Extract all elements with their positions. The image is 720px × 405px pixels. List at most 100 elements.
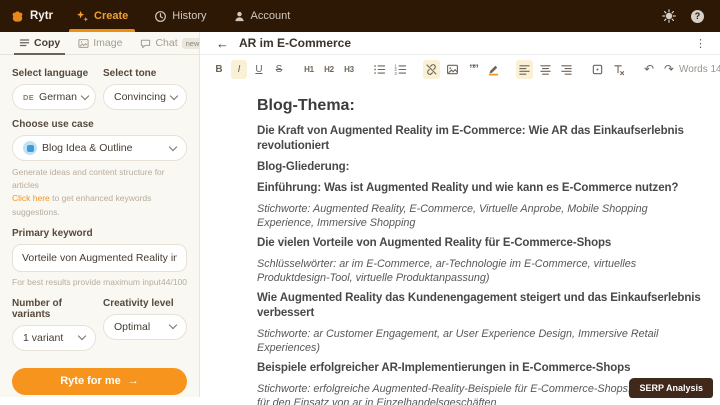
variants-value: 1 variant <box>23 331 64 344</box>
variants-label: Number of variants <box>12 297 62 320</box>
cta-label: Ryte for me <box>60 375 121 388</box>
image-icon <box>446 63 459 76</box>
editor-toolbar: BIUS H1H2H3 123 ”” ↶ ↷ Words 148 Characters 1… <box>200 55 720 83</box>
creativity-select[interactable]: Optimal <box>103 313 187 340</box>
chevron-down-icon <box>168 321 178 330</box>
primary-keyword-label: Primary keyword <box>12 227 93 239</box>
back-arrow-icon[interactable]: ← <box>216 36 229 51</box>
use-case-value: Blog Idea & Outline <box>42 142 133 154</box>
rytr-logo[interactable]: Rytr <box>0 0 63 32</box>
document-content[interactable]: Blog-Thema: Die Kraft von Augmented Reali… <box>200 83 720 405</box>
document-block[interactable]: Schlüsselwörter: ar im E-Commerce, ar-Te… <box>257 257 706 285</box>
tab-copy[interactable]: Copy <box>10 32 69 55</box>
toolbar-list-ol-button[interactable]: 123 <box>392 60 409 79</box>
arrow-right-icon: → <box>127 375 139 388</box>
document-title[interactable]: AR im E-Commerce <box>239 36 351 50</box>
toolbar-quote-button[interactable]: ”” <box>465 60 481 79</box>
chevron-down-icon <box>168 142 178 151</box>
toolbar-align-center-button[interactable] <box>537 60 554 79</box>
sparkle-icon <box>76 10 89 23</box>
redo-icon: ↷ <box>663 62 675 76</box>
toolbar-highlight-button[interactable] <box>485 60 502 79</box>
toolbar-h3-button[interactable]: H3 <box>341 60 357 79</box>
rytr-logo-icon <box>10 9 25 24</box>
highlight-icon <box>487 63 500 76</box>
brand-name: Rytr <box>30 10 54 22</box>
document-block[interactable]: Wie Augmented Reality das Kundenengageme… <box>257 291 706 321</box>
toolbar-h2-button[interactable]: H2 <box>321 60 337 79</box>
clock-icon <box>154 10 167 23</box>
nav-create[interactable]: Create <box>63 0 141 32</box>
sidebar-tabs: Copy Image Chat new <box>0 32 204 55</box>
toolbar-italic-button[interactable]: I <box>231 59 247 79</box>
nav-account[interactable]: Account <box>220 0 304 32</box>
nav-history[interactable]: History <box>141 0 219 32</box>
document-block[interactable]: Stichworte: ar Customer Engagement, ar U… <box>257 327 706 355</box>
tab-image[interactable]: Image <box>69 32 131 54</box>
toolbar-undo-button[interactable]: ↶ <box>641 60 657 79</box>
toolbar-align-right-button[interactable] <box>558 60 575 79</box>
document-block[interactable]: Blog-Thema: <box>257 96 706 115</box>
words-label: Words <box>679 63 708 75</box>
use-case-icon <box>23 141 37 155</box>
align-left-icon <box>518 63 531 76</box>
document-block[interactable]: Beispiele erfolgreicher AR-Implementieru… <box>257 361 706 376</box>
keyword-helper-text: For best results provide maximum input <box>12 276 161 287</box>
creativity-value: Optimal <box>114 320 151 333</box>
enhanced-keywords-link[interactable]: Click here <box>12 193 50 203</box>
image-tab-icon <box>78 38 89 49</box>
svg-text:3: 3 <box>394 71 397 76</box>
toolbar-unlink-button[interactable] <box>423 59 440 79</box>
person-icon <box>233 10 246 23</box>
chevron-down-icon <box>169 91 179 100</box>
keyword-counter: 44/100 <box>161 276 187 287</box>
toolbar-h1-button[interactable]: H1 <box>301 60 317 79</box>
toolbar-buttons: B I U S H1 H2 H3 1 2 3 ”” ↶ ↷ <box>209 59 679 79</box>
document-block[interactable]: Einführung: Was ist Augmented Reality un… <box>257 181 706 196</box>
language-select[interactable]: DE German <box>12 84 96 110</box>
use-case-label: Choose use case <box>12 119 94 130</box>
toolbar-bold-button[interactable]: B <box>211 60 227 79</box>
toolbar-align-left-button[interactable] <box>516 59 533 79</box>
toolbar-redo-button[interactable]: ↷ <box>661 60 677 79</box>
more-menu-icon[interactable]: ⋮ <box>695 37 706 50</box>
toolbar-clear-format-button[interactable] <box>610 60 627 79</box>
toolbar-image-button[interactable] <box>444 60 461 79</box>
top-navbar: Rytr Create History Account ? <box>0 0 720 32</box>
serp-analysis-button[interactable]: SERP Analysis <box>629 378 713 398</box>
chat-tab-icon <box>140 38 151 49</box>
help-icon[interactable]: ? <box>691 9 704 23</box>
copy-tab-icon <box>19 38 30 49</box>
use-case-select[interactable]: Blog Idea & Outline <box>12 135 187 161</box>
unlink-icon <box>425 63 438 76</box>
document-block[interactable]: Die Kraft von Augmented Reality im E-Com… <box>257 124 706 154</box>
document-block[interactable]: Blog-Gliederung: <box>257 160 706 175</box>
editor-header: ← AR im E-Commerce ⋮ <box>200 32 720 55</box>
primary-keyword-input[interactable] <box>12 243 187 272</box>
quote-icon: ”” <box>469 62 479 76</box>
tone-value: Convincing <box>114 91 166 103</box>
toolbar-underline-button[interactable]: U <box>251 60 267 79</box>
tone-select[interactable]: Convincing <box>103 84 187 110</box>
copy-icon <box>591 63 604 76</box>
document-block[interactable]: Stichworte: Augmented Reality, E-Commerc… <box>257 202 706 230</box>
tab-chat-label: Chat <box>155 37 178 49</box>
ryte-for-me-button[interactable]: Ryte for me → <box>12 367 187 395</box>
toolbar-strikethrough-button[interactable]: S <box>271 60 287 79</box>
theme-toggle-sun-icon[interactable] <box>662 9 676 23</box>
undo-icon: ↶ <box>643 62 655 76</box>
language-value: German <box>39 91 77 103</box>
chevron-down-icon <box>80 91 90 100</box>
nav-account-label: Account <box>250 10 291 22</box>
variants-select[interactable]: 1 variant <box>12 324 96 351</box>
words-value: 148 <box>710 63 720 75</box>
app-window: Rytr Create History Account ? Copy Image… <box>0 0 720 405</box>
toolbar-list-ul-button[interactable] <box>371 60 388 79</box>
document-block[interactable]: Die vielen Vorteile von Augmented Realit… <box>257 236 706 251</box>
clear-format-icon <box>612 63 625 76</box>
sidebar: Copy Image Chat new Select language DE G… <box>0 32 204 397</box>
nav-create-label: Create <box>94 10 129 22</box>
toolbar-copy-button[interactable] <box>589 60 606 79</box>
tone-label: Select tone <box>103 68 157 79</box>
editor-panel: ← AR im E-Commerce ⋮ B I U S H1 H2 H3 1 2 3 ”” ↶ ↷ W… <box>200 32 720 405</box>
